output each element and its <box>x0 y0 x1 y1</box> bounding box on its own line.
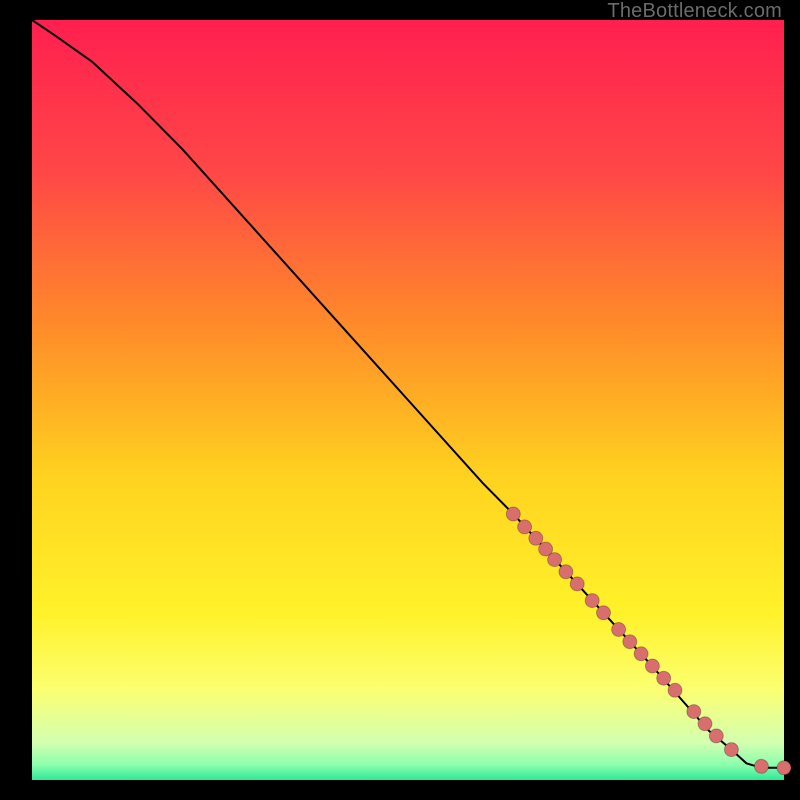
data-point <box>657 671 671 685</box>
chart-overlay <box>32 20 784 780</box>
data-point <box>612 623 626 637</box>
bottleneck-curve <box>32 20 784 768</box>
data-point <box>698 717 712 731</box>
data-point <box>597 606 611 620</box>
data-point <box>518 520 532 534</box>
data-point <box>548 553 562 567</box>
data-point <box>645 659 659 673</box>
chart-frame: TheBottleneck.com <box>0 0 800 800</box>
data-point <box>724 743 738 757</box>
data-point <box>777 761 791 775</box>
data-point <box>634 647 648 661</box>
data-point <box>709 729 723 743</box>
data-point <box>585 594 599 608</box>
data-point <box>623 635 637 649</box>
data-point <box>687 705 701 719</box>
data-point <box>506 507 520 521</box>
data-point <box>529 531 543 545</box>
data-point <box>668 683 682 697</box>
data-point <box>570 577 584 591</box>
data-point <box>559 565 573 579</box>
data-point <box>754 759 768 773</box>
